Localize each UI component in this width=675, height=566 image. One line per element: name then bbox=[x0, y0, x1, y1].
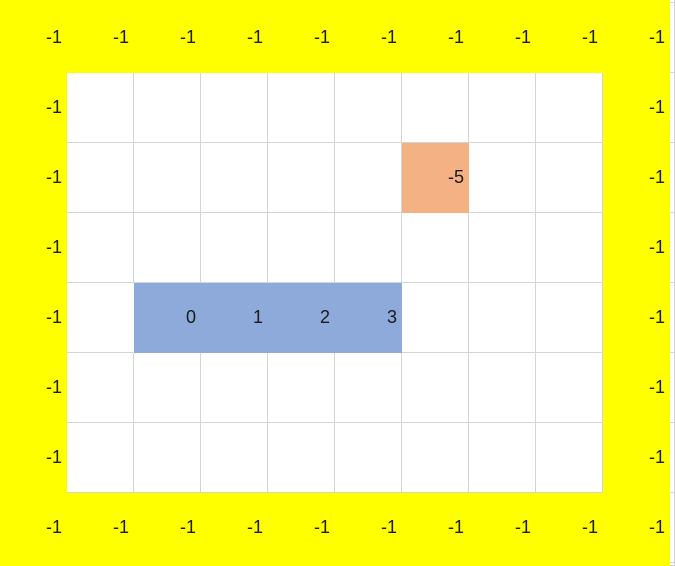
spreadsheet-grid: -1 -1 -1 -1 -1 -1 -1 -1 -1 -1 -1 -1 -1 -5 -1 -1 -1 -1 0 1 2 3… bbox=[0, 0, 675, 566]
grid-cell-r7-c9[interactable]: -1 bbox=[603, 493, 670, 563]
grid-cell-r5-c0[interactable]: -1 bbox=[0, 353, 67, 423]
grid-cell-r3-c6[interactable] bbox=[402, 213, 469, 283]
grid-edge-cell[interactable] bbox=[670, 423, 675, 493]
grid-cell-r1-c2[interactable] bbox=[134, 73, 201, 143]
grid-cell-r4-c0[interactable]: -1 bbox=[0, 283, 67, 353]
grid-cell-r7-c7[interactable]: -1 bbox=[469, 493, 536, 563]
grid-cell-r4-c9[interactable]: -1 bbox=[603, 283, 670, 353]
grid-cell-r3-c1[interactable] bbox=[67, 213, 134, 283]
grid-cell-r6-c9[interactable]: -1 bbox=[603, 423, 670, 493]
grid-cell-r1-c4[interactable] bbox=[268, 73, 335, 143]
grid-cell-r5-c8[interactable] bbox=[536, 353, 603, 423]
grid-cell-r6-c3[interactable] bbox=[201, 423, 268, 493]
grid-cell-r0-c4[interactable]: -1 bbox=[268, 3, 335, 73]
grid-cell-r4-c5[interactable]: 3 bbox=[335, 283, 402, 353]
grid-cell-r2-c0[interactable]: -1 bbox=[0, 143, 67, 213]
grid-cell-r3-c4[interactable] bbox=[268, 213, 335, 283]
grid-cell-r6-c4[interactable] bbox=[268, 423, 335, 493]
grid-cell-r5-c1[interactable] bbox=[67, 353, 134, 423]
grid-cell-r0-c6[interactable]: -1 bbox=[402, 3, 469, 73]
grid-cell-r3-c7[interactable] bbox=[469, 213, 536, 283]
grid-edge-cell[interactable] bbox=[670, 3, 675, 73]
grid-cell-r2-c5[interactable] bbox=[335, 143, 402, 213]
grid-cell-r1-c7[interactable] bbox=[469, 73, 536, 143]
grid-cell-r7-c1[interactable]: -1 bbox=[67, 493, 134, 563]
grid-cell-r5-c3[interactable] bbox=[201, 353, 268, 423]
grid-cell-r2-c8[interactable] bbox=[536, 143, 603, 213]
grid-cell-r6-c6[interactable] bbox=[402, 423, 469, 493]
grid-cell-r2-c3[interactable] bbox=[201, 143, 268, 213]
grid-edge-cell[interactable] bbox=[670, 143, 675, 213]
grid-edge-cell[interactable] bbox=[670, 73, 675, 143]
grid-cell-r7-c2[interactable]: -1 bbox=[134, 493, 201, 563]
grid-cell-r6-c8[interactable] bbox=[536, 423, 603, 493]
grid-cell-r5-c6[interactable] bbox=[402, 353, 469, 423]
grid-cell-r4-c4[interactable]: 2 bbox=[268, 283, 335, 353]
grid-cell-r6-c2[interactable] bbox=[134, 423, 201, 493]
grid-cell-r0-c9[interactable]: -1 bbox=[603, 3, 670, 73]
grid-cell-r0-c1[interactable]: -1 bbox=[67, 3, 134, 73]
grid-cell-r3-c5[interactable] bbox=[335, 213, 402, 283]
grid-cell-r7-c3[interactable]: -1 bbox=[201, 493, 268, 563]
grid-cell-r2-c6[interactable]: -5 bbox=[402, 143, 469, 213]
grid-cell-r6-c5[interactable] bbox=[335, 423, 402, 493]
grid-edge-cell[interactable] bbox=[670, 353, 675, 423]
grid-cell-r7-c4[interactable]: -1 bbox=[268, 493, 335, 563]
grid-cell-r0-c2[interactable]: -1 bbox=[134, 3, 201, 73]
grid-cell-r2-c7[interactable] bbox=[469, 143, 536, 213]
grid-cell-r3-c0[interactable]: -1 bbox=[0, 213, 67, 283]
grid-cell-r4-c8[interactable] bbox=[536, 283, 603, 353]
grid-cell-r6-c1[interactable] bbox=[67, 423, 134, 493]
grid-cell-r2-c1[interactable] bbox=[67, 143, 134, 213]
grid-cell-r4-c1[interactable] bbox=[67, 283, 134, 353]
grid-cell-r5-c2[interactable] bbox=[134, 353, 201, 423]
grid-cell-r1-c8[interactable] bbox=[536, 73, 603, 143]
grid-edge-cell[interactable] bbox=[670, 493, 675, 563]
grid-cell-r3-c2[interactable] bbox=[134, 213, 201, 283]
grid-cell-r3-c9[interactable]: -1 bbox=[603, 213, 670, 283]
grid-cell-r0-c3[interactable]: -1 bbox=[201, 3, 268, 73]
grid-cell-r1-c5[interactable] bbox=[335, 73, 402, 143]
grid-cell-r1-c0[interactable]: -1 bbox=[0, 73, 67, 143]
grid-cell-r2-c4[interactable] bbox=[268, 143, 335, 213]
grid-edge-cell[interactable] bbox=[670, 213, 675, 283]
grid-cell-r5-c4[interactable] bbox=[268, 353, 335, 423]
grid-cell-r6-c7[interactable] bbox=[469, 423, 536, 493]
grid-cell-r6-c0[interactable]: -1 bbox=[0, 423, 67, 493]
grid-cell-r1-c6[interactable] bbox=[402, 73, 469, 143]
grid-cell-r4-c2[interactable]: 0 bbox=[134, 283, 201, 353]
grid-cell-r2-c9[interactable]: -1 bbox=[603, 143, 670, 213]
grid-cell-r7-c0[interactable]: -1 bbox=[0, 493, 67, 563]
grid-cell-r7-c6[interactable]: -1 bbox=[402, 493, 469, 563]
grid-cell-r0-c0[interactable]: -1 bbox=[0, 3, 67, 73]
grid-cell-r7-c5[interactable]: -1 bbox=[335, 493, 402, 563]
grid-cell-r1-c3[interactable] bbox=[201, 73, 268, 143]
grid-cell-r5-c5[interactable] bbox=[335, 353, 402, 423]
grid-cell-r4-c3[interactable]: 1 bbox=[201, 283, 268, 353]
grid-cell-r0-c8[interactable]: -1 bbox=[536, 3, 603, 73]
grid-cell-r4-c7[interactable] bbox=[469, 283, 536, 353]
grid-cell-r2-c2[interactable] bbox=[134, 143, 201, 213]
grid-cell-r5-c7[interactable] bbox=[469, 353, 536, 423]
grid-edge-cell[interactable] bbox=[670, 283, 675, 353]
grid-cell-r0-c7[interactable]: -1 bbox=[469, 3, 536, 73]
grid-cell-r4-c6[interactable] bbox=[402, 283, 469, 353]
grid-cell-r3-c3[interactable] bbox=[201, 213, 268, 283]
grid-cell-r1-c9[interactable]: -1 bbox=[603, 73, 670, 143]
grid-cell-r5-c9[interactable]: -1 bbox=[603, 353, 670, 423]
grid-cell-r3-c8[interactable] bbox=[536, 213, 603, 283]
grid-cell-r0-c5[interactable]: -1 bbox=[335, 3, 402, 73]
grid-cell-r1-c1[interactable] bbox=[67, 73, 134, 143]
grid-cell-r7-c8[interactable]: -1 bbox=[536, 493, 603, 563]
